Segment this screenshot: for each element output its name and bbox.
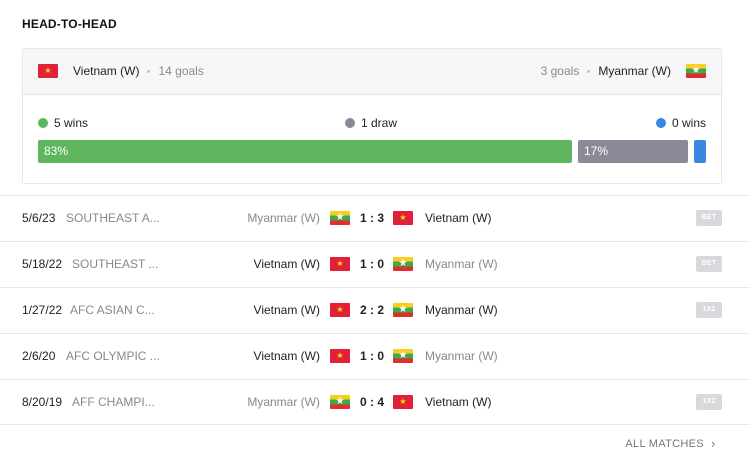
match-competition: AFC OLYMPIC ... — [66, 349, 160, 363]
match-away-team: Myanmar (W) — [425, 257, 498, 271]
match-row[interactable]: 2/6/20 AFC OLYMPIC ... Vietnam (W) 1 : 0… — [0, 333, 750, 379]
match-score: 0 : 4 — [360, 395, 385, 409]
team2-goals: 3 goals — [540, 64, 580, 78]
myanmar-flag-icon — [330, 395, 350, 409]
team1-summary[interactable]: Vietnam (W) 14 goals — [38, 64, 204, 78]
draws-legend: 1 draw — [345, 116, 397, 130]
team2-wins-legend: 0 wins — [655, 116, 706, 130]
match-score: 1 : 3 — [360, 211, 385, 225]
separator-dot — [587, 69, 591, 73]
match-row[interactable]: 5/6/23 SOUTHEAST A... Myanmar (W) 1 : 3 … — [0, 195, 750, 241]
odds-1x2-badge[interactable]: 1X2 — [696, 302, 722, 318]
match-score: 2 : 2 — [360, 303, 385, 317]
match-list: 5/6/23 SOUTHEAST A... Myanmar (W) 1 : 3 … — [0, 195, 750, 425]
vietnam-flag-icon — [38, 64, 58, 78]
team2-summary[interactable]: 3 goals Myanmar (W) — [541, 64, 706, 78]
match-date: 5/18/22 — [22, 257, 63, 271]
gray-dot-icon — [345, 118, 355, 128]
h2h-summary-card: Vietnam (W) 14 goals 3 goals Myanmar (W)… — [22, 48, 722, 184]
match-competition: AFC ASIAN C... — [70, 303, 155, 317]
myanmar-flag-icon — [686, 64, 706, 78]
all-matches-link[interactable]: ALL MATCHES › — [625, 437, 716, 451]
match-away-team: Myanmar (W) — [425, 303, 498, 317]
team1-wins-legend: 5 wins — [38, 116, 88, 130]
vietnam-flag-icon — [330, 257, 350, 271]
match-home-team: Vietnam (W) — [253, 349, 320, 363]
bet-badge[interactable]: BET — [696, 210, 722, 226]
match-competition: SOUTHEAST ... — [72, 257, 159, 271]
match-home-team: Myanmar (W) — [247, 211, 320, 225]
team2-name: Myanmar (W) — [598, 64, 671, 78]
chevron-right-icon: › — [710, 437, 716, 451]
myanmar-flag-icon — [393, 257, 413, 271]
footer-divider — [0, 424, 750, 425]
vietnam-flag-icon — [393, 395, 413, 409]
separator-dot — [147, 69, 151, 73]
match-row[interactable]: 5/18/22 SOUTHEAST ... Vietnam (W) 1 : 0 … — [0, 241, 750, 287]
green-dot-icon — [38, 118, 48, 128]
bet-badge[interactable]: BET — [696, 256, 722, 272]
match-row[interactable]: 8/20/19 AFF CHAMPI... Myanmar (W) 0 : 4 … — [0, 379, 750, 425]
team1-name: Vietnam (W) — [73, 64, 140, 78]
match-score: 1 : 0 — [360, 257, 385, 271]
vietnam-flag-icon — [330, 349, 350, 363]
match-away-team: Myanmar (W) — [425, 349, 498, 363]
myanmar-flag-icon — [330, 211, 350, 225]
team2-wins-label: 0 wins — [671, 116, 706, 130]
team1-goals: 14 goals — [158, 64, 204, 78]
myanmar-flag-icon — [393, 303, 413, 317]
match-home-team: Vietnam (W) — [253, 257, 320, 271]
myanmar-flag-icon — [393, 349, 413, 363]
match-away-team: Vietnam (W) — [425, 211, 492, 225]
h2h-teams-header: Vietnam (W) 14 goals 3 goals Myanmar (W) — [23, 49, 721, 95]
match-away-team: Vietnam (W) — [425, 395, 492, 409]
match-date: 5/6/23 — [22, 211, 56, 225]
odds-1x2-badge[interactable]: 1X2 — [696, 394, 722, 410]
match-row[interactable]: 1/27/22 AFC ASIAN C... Vietnam (W) 2 : 2… — [0, 287, 750, 333]
team1-wins-bar: 83% — [38, 140, 572, 163]
match-home-team: Vietnam (W) — [253, 303, 320, 317]
draws-bar: 17% — [578, 140, 688, 163]
vietnam-flag-icon — [393, 211, 413, 225]
blue-dot-icon — [655, 118, 666, 128]
section-title: HEAD-TO-HEAD — [22, 17, 117, 31]
all-matches-label: ALL MATCHES — [625, 438, 704, 450]
team1-wins-label: 5 wins — [54, 116, 89, 130]
match-date: 1/27/22 — [22, 303, 63, 317]
vietnam-flag-icon — [330, 303, 350, 317]
match-competition: AFF CHAMPI... — [72, 395, 155, 409]
match-home-team: Myanmar (W) — [247, 395, 320, 409]
draws-label: 1 draw — [361, 116, 398, 130]
match-date: 8/20/19 — [22, 395, 63, 409]
match-score: 1 : 0 — [360, 349, 385, 363]
match-date: 2/6/20 — [22, 349, 56, 363]
team2-wins-bar — [694, 140, 706, 163]
match-competition: SOUTHEAST A... — [66, 211, 160, 225]
